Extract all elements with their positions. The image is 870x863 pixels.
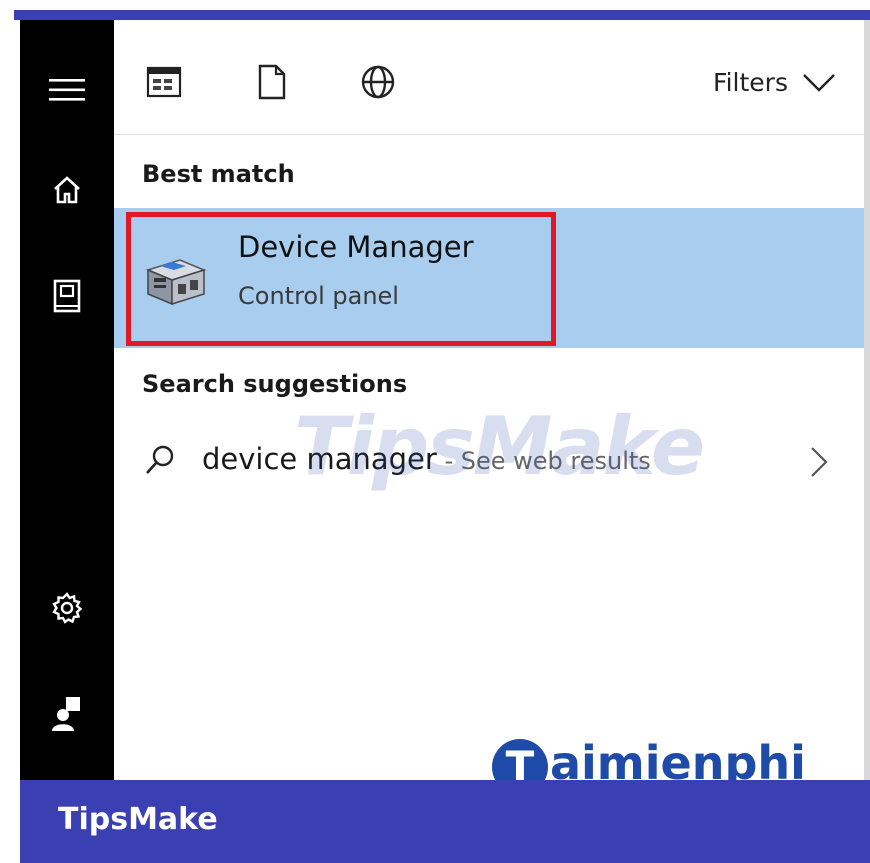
top-border-band <box>14 10 870 20</box>
search-suggestions-heading: Search suggestions <box>142 370 408 398</box>
documents-icon[interactable] <box>20 276 114 316</box>
chevron-right-icon <box>810 446 828 482</box>
footer-band: TipsMake <box>20 780 870 863</box>
best-match-heading: Best match <box>142 160 295 188</box>
hamburger-menu-icon[interactable] <box>20 70 114 110</box>
tipsmake-watermark: TipsMake <box>294 400 705 493</box>
footer-brand-label: TipsMake <box>58 802 218 837</box>
home-icon[interactable] <box>20 170 114 210</box>
search-window: Filters Best match Device Manager Contro… <box>0 0 870 863</box>
best-match-result[interactable]: Device Manager Control panel <box>114 208 864 348</box>
settings-gear-icon[interactable] <box>20 588 114 628</box>
filter-toolbar: Filters <box>114 20 864 135</box>
filters-label: Filters <box>713 68 788 97</box>
start-sidebar <box>20 20 114 780</box>
chevron-down-icon <box>803 73 835 92</box>
search-results-panel: Filters Best match Device Manager Contro… <box>114 20 864 780</box>
apps-icon[interactable] <box>144 62 184 102</box>
globe-web-icon[interactable] <box>358 62 398 102</box>
user-account-icon[interactable] <box>20 692 114 736</box>
scrollbar-track <box>864 20 870 780</box>
search-icon <box>144 444 176 480</box>
filters-dropdown[interactable]: Filters <box>713 68 836 97</box>
left-margin <box>0 0 14 863</box>
red-highlight-box <box>126 212 556 346</box>
document-icon[interactable] <box>252 62 292 102</box>
